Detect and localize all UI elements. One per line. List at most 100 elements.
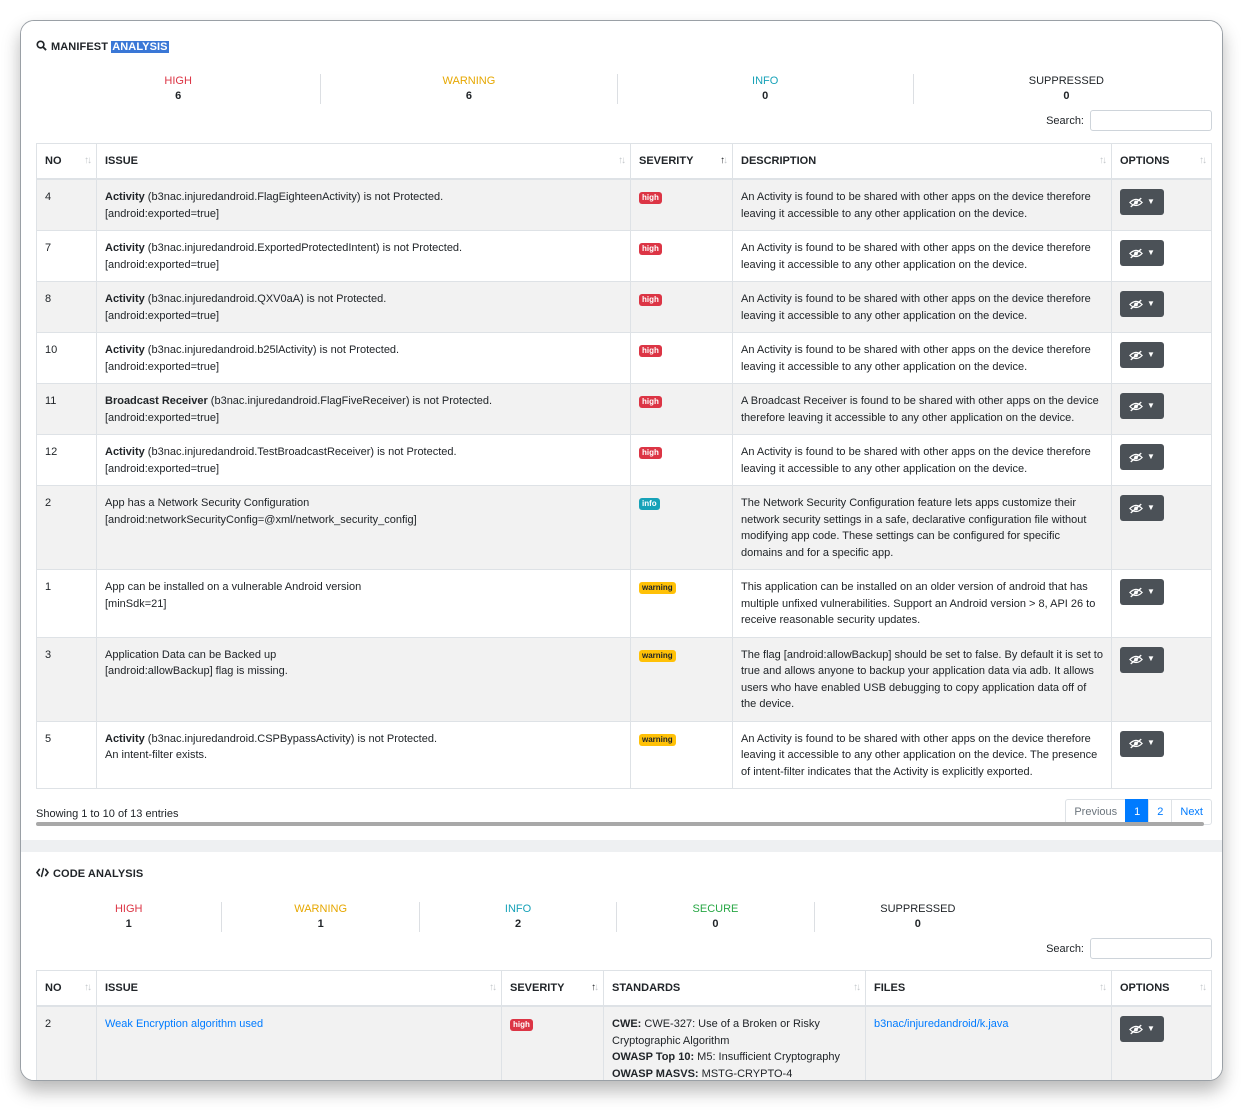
eye-slash-icon [1129,654,1144,665]
cell-no: 8 [36,281,97,333]
cell-severity: info [630,485,733,570]
col-issue[interactable]: ISSUE ↑↓ [96,143,631,180]
severity-badge: high [639,396,662,408]
sort-icon: ↑↓ [1099,155,1107,166]
stat-warning: WARNING 6 [320,74,616,104]
table-row: 2 Weak Encryption algorithm used high CW… [36,1005,1212,1080]
sort-icon: ↑↓ [1199,982,1207,993]
cell-no: 1 [36,569,97,638]
suppress-options-button[interactable]: ▼ [1120,189,1164,215]
table-row: 3 Application Data can be Backed up [andro… [36,636,1212,722]
col-no[interactable]: NO ↑↓ [36,970,97,1007]
issue-detail: [android:exported=true] [105,462,220,475]
report-window: MANIFEST ANALYSIS HIGH 6 WARNING 6 INFO 0 S… [20,20,1223,1081]
cell-description: The Network Security Configuration featu… [732,485,1112,570]
suppress-options-button[interactable]: ▼ [1120,495,1164,521]
cell-severity: warning [630,636,733,722]
issue-detail: [android:exported=true] [105,309,220,322]
table-row: 10 Activity (b3nac.injuredandroid.b25lAct… [36,332,1212,384]
table-row: 4 Activity (b3nac.injuredandroid.FlagEigh… [36,178,1212,231]
manifest-title-selected: ANALYSIS [111,41,169,53]
cell-severity: warning [630,720,733,789]
manifest-search-input[interactable] [1090,110,1212,131]
col-issue[interactable]: ISSUE ↑↓ [96,970,502,1007]
cell-options: ▼ [1111,178,1212,231]
cell-options: ▼ [1111,720,1212,789]
col-severity[interactable]: SEVERITY ↑↓ [630,143,733,180]
cell-no: 7 [36,230,97,282]
code-search-input[interactable] [1090,938,1212,959]
severity-badge: warning [639,649,676,662]
cell-issue: Activity (b3nac.injuredandroid.FlagEight… [96,178,631,231]
col-description[interactable]: DESCRIPTION ↑↓ [732,143,1112,180]
eye-slash-icon [1129,299,1144,309]
issue-detail: [android:exported=true] [105,411,220,424]
cell-description: An Activity is found to be shared with o… [732,720,1112,789]
horizontal-scrollbar[interactable] [36,822,1204,826]
sort-icon: ↑↓ [1199,155,1207,166]
manifest-analysis-title: MANIFEST ANALYSIS [36,40,169,54]
cell-issue: App has a Network Security Configuration… [96,485,631,570]
col-files[interactable]: FILES ↑↓ [865,970,1112,1007]
severity-badge: info [639,498,660,510]
chevron-down-icon: ▼ [1147,654,1155,664]
suppress-options-button[interactable]: ▼ [1120,240,1164,266]
eye-slash-icon [1129,738,1144,749]
search-label: Search: [1046,114,1084,127]
code-title-text: CODE ANALYSIS [53,868,144,880]
suppress-options-button[interactable]: ▼ [1120,1016,1164,1042]
chevron-down-icon: ▼ [1147,247,1155,257]
cell-standards: CWE: CWE-327: Use of a Broken or Risky C… [603,1005,866,1080]
col-options[interactable]: OPTIONS ↑↓ [1111,970,1212,1007]
col-standards[interactable]: STANDARDS ↑↓ [603,970,866,1007]
cell-severity: high [630,383,733,435]
issue-text: Application Data can be Backed up [105,648,277,661]
issue-text: (b3nac.injuredandroid.TestBroadcastRecei… [144,446,457,458]
cell-files: b3nac/injuredandroid/k.java [865,1005,1112,1080]
stat-info: INFO 0 [616,74,913,104]
eye-slash-icon [1129,401,1144,411]
severity-badge: high [639,345,662,357]
table-row: 11 Broadcast Receiver (b3nac.injuredandro… [36,383,1212,435]
issue-link[interactable]: Weak Encryption algorithm used [105,1018,263,1030]
manifest-table: NO ↑↓ ISSUE ↑↓ SEVERITY ↑↓ DESCRIPTION ↑↓ OP… [36,143,1212,789]
cell-description: An Activity is found to be shared with o… [732,281,1112,333]
table-row: 5 Activity (b3nac.injuredandroid.CSPBypas… [36,720,1212,789]
severity-badge: high [639,243,662,255]
cell-no: 11 [36,383,97,435]
severity-badge: high [639,294,662,306]
code-analysis-title: CODE ANALYSIS [35,867,144,881]
cell-issue: Activity (b3nac.injuredandroid.b25lActiv… [96,332,631,384]
suppress-options-button[interactable]: ▼ [1120,730,1164,757]
eye-slash-icon [1129,587,1144,597]
chevron-down-icon: ▼ [1147,738,1155,748]
suppress-options-button[interactable]: ▼ [1120,342,1164,368]
eye-slash-icon [1129,503,1144,513]
sort-asc-icon: ↑↓ [720,155,728,166]
cell-issue: Weak Encryption algorithm used [96,1005,502,1080]
cell-severity: high [630,434,733,486]
sort-asc-icon: ↑↓ [591,982,599,993]
cell-options: ▼ [1111,383,1212,435]
suppress-options-button[interactable]: ▼ [1120,579,1164,605]
manifest-table-info: Showing 1 to 10 of 13 entries [36,808,179,820]
code-search: Search: [1046,938,1212,959]
col-no[interactable]: NO ↑↓ [36,143,97,180]
col-severity[interactable]: SEVERITY ↑↓ [501,970,604,1007]
issue-text: (b3nac.injuredandroid.QXV0aA) is not Pro… [144,293,387,305]
code-icon [35,867,50,881]
cell-severity: high [630,230,733,282]
suppress-options-button[interactable]: ▼ [1120,444,1164,470]
col-options[interactable]: OPTIONS ↑↓ [1111,143,1212,180]
stat-suppressed: SUPPRESSED 0 [912,74,1219,104]
cell-issue: Application Data can be Backed up [androi… [96,636,631,722]
chevron-down-icon: ▼ [1147,400,1155,410]
suppress-options-button[interactable]: ▼ [1120,646,1164,673]
standard-value: M5: Insufficient Cryptography [694,1051,841,1063]
standard-key: OWASP MASVS: [612,1067,699,1080]
suppress-options-button[interactable]: ▼ [1120,291,1164,317]
cell-severity: high [501,1005,604,1080]
file-link[interactable]: b3nac/injuredandroid/k.java [874,1018,1009,1030]
manifest-stats: HIGH 6 WARNING 6 INFO 0 SUPPRESSED 0 [36,74,1219,104]
suppress-options-button[interactable]: ▼ [1120,393,1164,419]
